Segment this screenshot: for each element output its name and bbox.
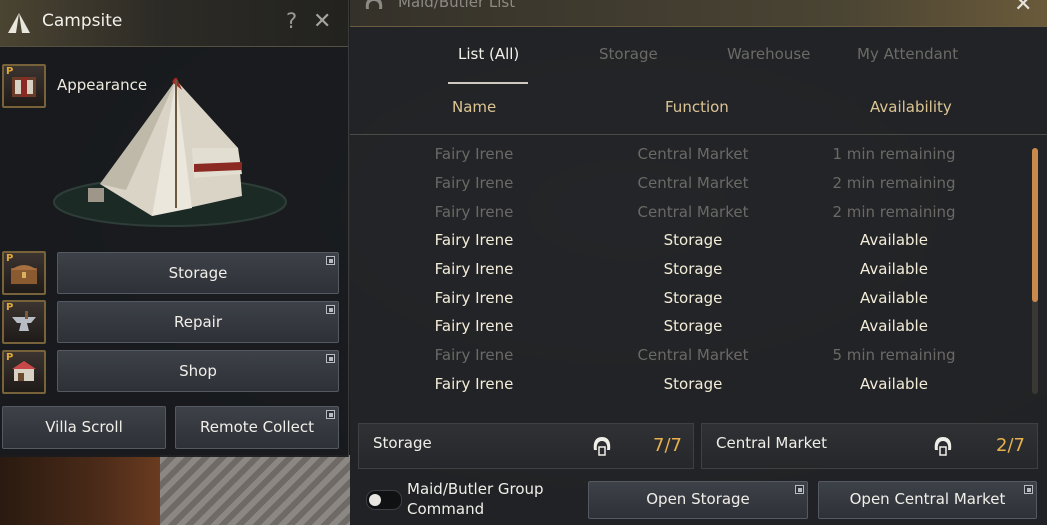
maid-head-icon <box>365 0 383 9</box>
row-function: Central Market <box>637 145 749 163</box>
market-count: 2/7 <box>996 435 1025 456</box>
storage-slot[interactable]: P <box>2 251 46 295</box>
row-availability: Available <box>860 260 928 278</box>
storage-summary-label: Storage <box>373 434 432 452</box>
group-command-label-line2: Command <box>407 500 485 518</box>
row-availability: Available <box>860 231 928 249</box>
group-command-label: Maid/Butler Group Command <box>407 479 567 519</box>
tent-icon <box>8 13 30 33</box>
appearance-slot[interactable]: P <box>2 64 46 108</box>
shop-slot[interactable]: P <box>2 350 46 394</box>
external-link-icon <box>795 485 804 494</box>
background-scenery <box>0 455 350 525</box>
row-availability: 2 min remaining <box>832 174 956 192</box>
help-icon[interactable]: ? <box>286 9 297 33</box>
chest-icon <box>11 265 37 284</box>
table-row[interactable]: Fairy Irene Storage Available <box>350 375 1040 403</box>
row-name: Fairy Irene <box>434 231 514 249</box>
external-link-icon <box>326 256 335 265</box>
row-function: Storage <box>663 317 723 335</box>
external-link-icon <box>326 354 335 363</box>
storage-button[interactable]: Storage <box>57 252 339 294</box>
tab-list-all[interactable]: List (All) <box>458 45 519 63</box>
close-icon[interactable]: ✕ <box>313 9 331 34</box>
open-central-market-button[interactable]: Open Central Market <box>818 481 1037 519</box>
table-row[interactable]: Fairy Irene Storage Available <box>350 289 1040 317</box>
central-market-summary: Central Market 2/7 <box>701 423 1038 469</box>
storage-count: 7/7 <box>653 435 682 456</box>
maid-head-icon <box>934 437 952 456</box>
maid-butler-title: Maid/Butler List <box>398 0 516 11</box>
row-name: Fairy Irene <box>434 203 514 221</box>
group-command-label-line1: Maid/Butler Group <box>407 480 544 498</box>
tab-warehouse[interactable]: Warehouse <box>727 45 810 63</box>
row-name: Fairy Irene <box>434 145 514 163</box>
maid-butler-header[interactable]: Maid/Butler List ✕ <box>350 0 1047 27</box>
tab-my-attendant[interactable]: My Attendant <box>857 45 958 63</box>
repair-slot[interactable]: P <box>2 300 46 344</box>
maid-head-icon <box>593 437 611 456</box>
campsite-title: Campsite <box>42 11 123 31</box>
row-availability: Available <box>860 375 928 393</box>
campsite-panel: Campsite ? ✕ P Appearance P Storage P Re… <box>0 0 349 457</box>
row-function: Storage <box>663 289 723 307</box>
repair-button[interactable]: Repair <box>57 301 339 343</box>
group-command-toggle[interactable] <box>366 490 402 510</box>
row-function: Central Market <box>637 346 749 364</box>
header-divider <box>350 134 1047 135</box>
scrollbar-thumb[interactable] <box>1032 148 1038 302</box>
column-header-availability: Availability <box>870 98 952 116</box>
table-row[interactable]: Fairy Irene Central Market 5 min remaini… <box>350 346 1040 374</box>
shop-button-label: Shop <box>179 362 217 380</box>
column-header-name: Name <box>452 98 497 116</box>
row-function: Central Market <box>637 174 749 192</box>
tab-storage[interactable]: Storage <box>599 45 658 63</box>
anvil-icon <box>12 311 36 331</box>
tent-preview-image <box>53 78 287 227</box>
table-row[interactable]: Fairy Irene Storage Available <box>350 231 1040 259</box>
row-availability: 2 min remaining <box>832 203 956 221</box>
row-function: Storage <box>663 260 723 278</box>
row-function: Storage <box>663 231 723 249</box>
row-availability: 5 min remaining <box>832 346 956 364</box>
row-name: Fairy Irene <box>434 317 514 335</box>
appearance-item-icon <box>12 77 36 97</box>
table-row[interactable]: Fairy Irene Central Market 2 min remaini… <box>350 203 1040 231</box>
remote-collect-button[interactable]: Remote Collect <box>175 406 339 449</box>
row-name: Fairy Irene <box>434 260 514 278</box>
row-name: Fairy Irene <box>434 346 514 364</box>
storage-summary: Storage 7/7 <box>358 423 694 469</box>
open-storage-button[interactable]: Open Storage <box>588 481 808 519</box>
open-storage-label: Open Storage <box>646 490 750 508</box>
row-name: Fairy Irene <box>434 289 514 307</box>
open-central-market-label: Open Central Market <box>849 490 1006 508</box>
storage-button-label: Storage <box>168 264 228 282</box>
row-availability: Available <box>860 317 928 335</box>
row-availability: 1 min remaining <box>832 145 956 163</box>
villa-scroll-label: Villa Scroll <box>45 418 123 436</box>
table-row[interactable]: Fairy Irene Central Market 1 min remaini… <box>350 145 1040 173</box>
maid-butler-panel: Maid/Butler List ✕ List (All) Storage Wa… <box>350 0 1047 525</box>
row-name: Fairy Irene <box>434 375 514 393</box>
row-availability: Available <box>860 289 928 307</box>
campsite-header[interactable]: Campsite ? ✕ <box>0 0 348 47</box>
external-link-icon <box>1024 485 1033 494</box>
column-header-function: Function <box>665 98 729 116</box>
row-name: Fairy Irene <box>434 174 514 192</box>
remote-collect-label: Remote Collect <box>200 418 314 436</box>
table-row[interactable]: Fairy Irene Central Market 2 min remaini… <box>350 174 1040 202</box>
active-tab-indicator <box>448 82 528 84</box>
market-summary-label: Central Market <box>716 434 827 452</box>
shop-button[interactable]: Shop <box>57 350 339 392</box>
row-function: Central Market <box>637 203 749 221</box>
row-function: Storage <box>663 375 723 393</box>
external-link-icon <box>326 410 335 419</box>
external-link-icon <box>326 305 335 314</box>
close-icon[interactable]: ✕ <box>1014 0 1032 17</box>
market-stall-icon <box>12 361 36 381</box>
table-row[interactable]: Fairy Irene Storage Available <box>350 317 1040 345</box>
villa-scroll-button[interactable]: Villa Scroll <box>2 406 166 449</box>
repair-button-label: Repair <box>173 313 223 331</box>
table-row[interactable]: Fairy Irene Storage Available <box>350 260 1040 288</box>
